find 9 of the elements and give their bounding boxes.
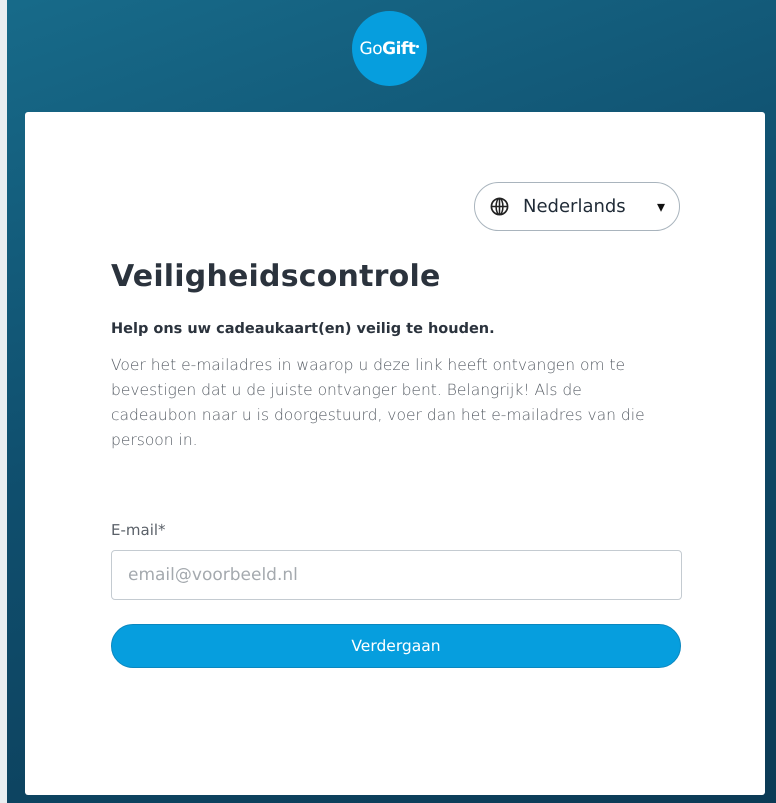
page-title: Veiligheidscontrole (111, 259, 442, 294)
caret-icon[interactable]: ▾ (656, 197, 665, 216)
description-text: Voer het e-mailadres in waarop u deze link heeft ontvangen om te bevestigen dat u de juiste ontvanger bent. Belangrijk! Als de cadeaubon naar u is doorgestuurd, voer dan het e-mailadres van die persoon in. (111, 355, 646, 451)
globe-icon (490, 197, 509, 216)
gogift-logo: GoGift (352, 11, 427, 86)
subtitle-text: Help ons uw cadeaukaart(en) veilig te houden. (111, 321, 496, 337)
language-selector[interactable]: Nederlands ▾ (474, 182, 680, 231)
email-input-field[interactable]: email@voorbeeld.nl (111, 550, 682, 600)
email-label: E-mail* (111, 521, 167, 539)
